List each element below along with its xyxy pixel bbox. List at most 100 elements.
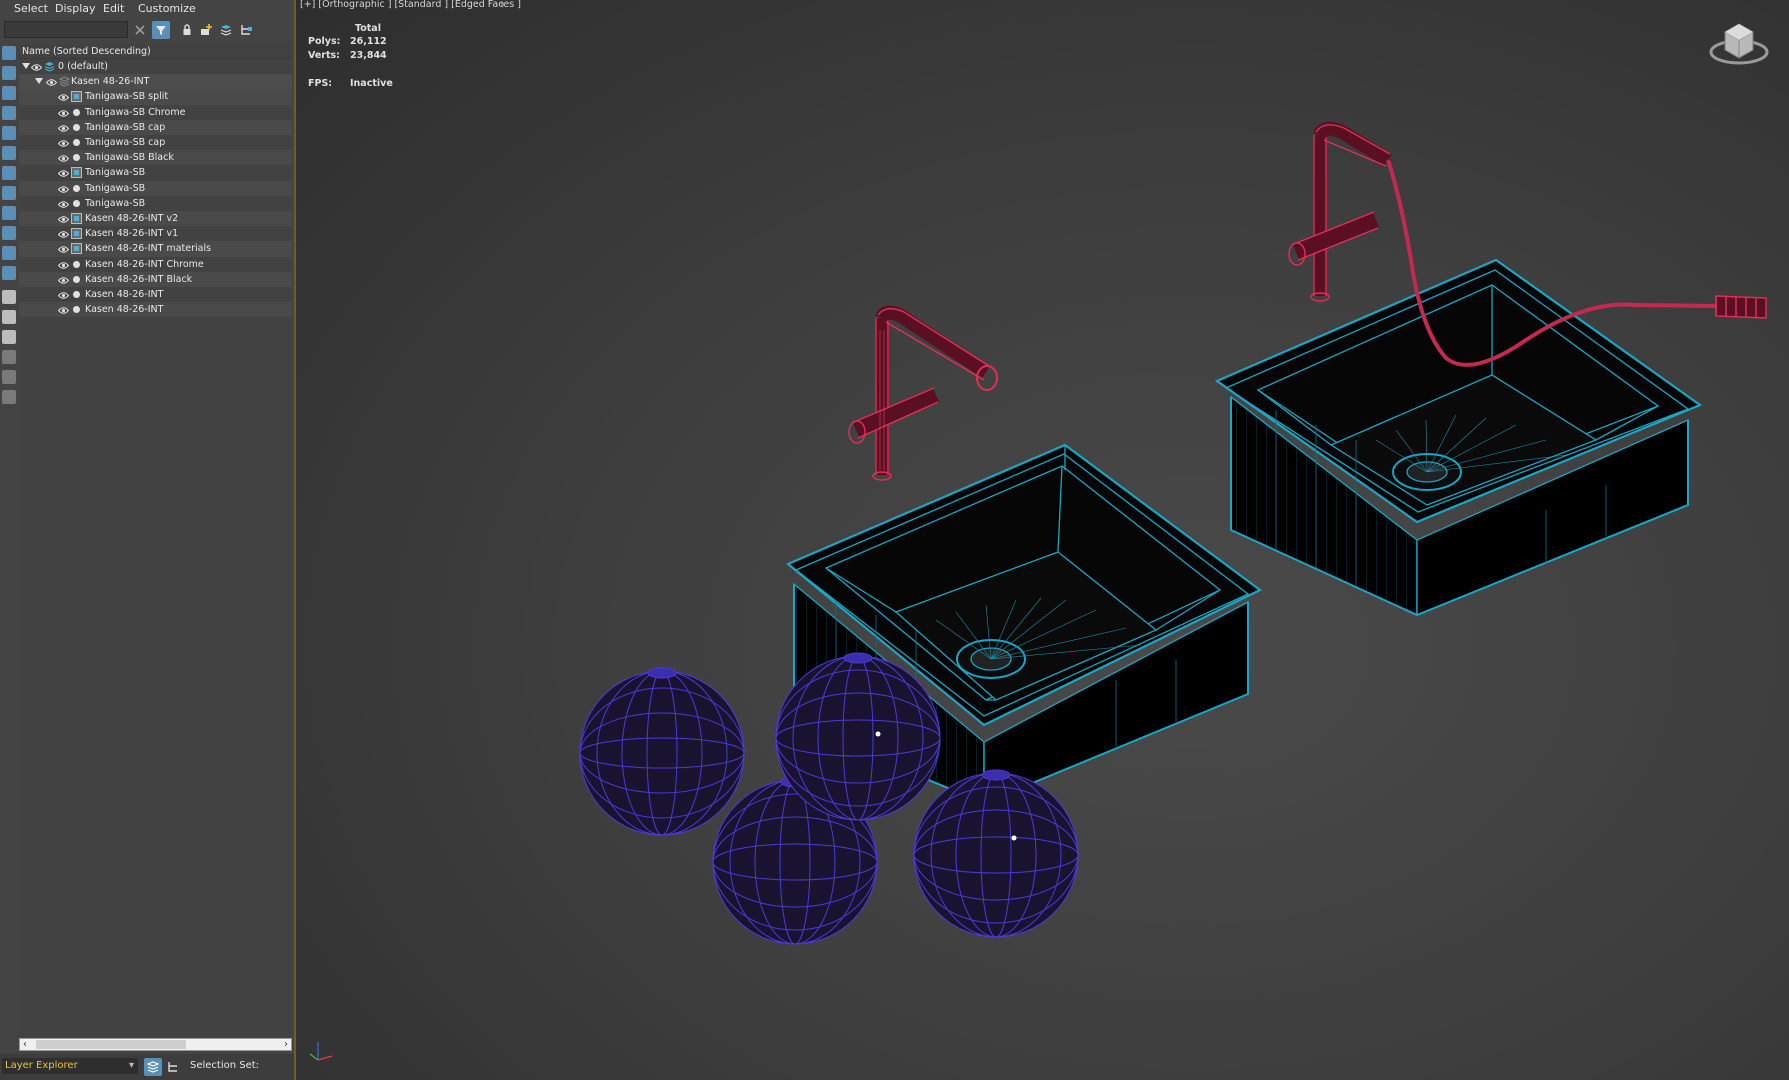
tree-row-label: Tanigawa-SB cap [85,137,166,148]
tree-row[interactable]: Tanigawa-SB Black [19,150,292,166]
viewcube-icon[interactable] [1709,23,1769,65]
hierarchy-button[interactable] [237,21,255,39]
eye-icon[interactable] [57,275,70,284]
tree-row-group[interactable]: Kasen 48-26-INT [19,74,292,90]
display-geometry-icon[interactable] [2,46,16,60]
filter-icon [156,26,166,35]
container-icon [71,228,82,240]
eye-icon[interactable] [57,138,70,147]
tree-row[interactable]: Tanigawa-SB cap [19,135,292,150]
display-none-icon[interactable] [2,310,16,324]
faucet-left[interactable] [848,305,998,481]
tree-row[interactable]: Tanigawa-SB split [19,89,292,105]
eye-icon[interactable] [57,305,70,314]
tree-row[interactable]: Kasen 48-26-INT materials [19,241,292,257]
filter-button[interactable] [152,21,170,39]
axis-tripod-icon [309,1042,333,1061]
container-icon [71,91,82,103]
horizontal-scrollbar[interactable]: ‹ › [19,1038,292,1051]
display-invert-icon[interactable] [2,330,16,344]
eye-icon[interactable] [57,123,70,132]
eye-icon[interactable] [57,92,70,102]
sink-right[interactable] [1214,258,1703,617]
sort-by-hierarchy-button[interactable] [164,1058,182,1076]
eye-icon[interactable] [57,260,70,269]
display-helpers-icon[interactable] [2,126,16,140]
tree-row[interactable]: Kasen 48-26-INT v1 [19,226,292,241]
display-frozen-icon[interactable] [2,246,16,260]
tree-row-label: Kasen 48-26-INT [85,304,164,316]
expand-arrow-icon[interactable] [22,63,30,69]
tree-row[interactable]: Tanigawa-SB [19,165,292,180]
object-icon [73,154,80,162]
scroll-left-icon[interactable]: ‹ [23,1039,27,1050]
selection-box-icon[interactable] [2,390,16,404]
display-containers-icon[interactable] [2,226,16,240]
tree-row[interactable]: Tanigawa-SB [19,180,292,196]
hierarchy-icon [168,1062,177,1072]
eye-icon[interactable] [30,62,43,71]
explorer-side-toolbar [0,44,18,414]
eye-icon[interactable] [57,153,70,162]
menu-display[interactable]: Display [55,2,96,15]
container-icon [71,213,82,224]
lock-button[interactable] [178,21,196,39]
tree-row[interactable]: Kasen 48-26-INT Black [19,271,292,287]
eye-icon[interactable] [57,244,70,254]
display-shapes-icon[interactable] [2,66,16,80]
object-icon [73,306,80,314]
tree-row-label: Kasen 48-26-INT v1 [85,228,179,240]
sphere-1[interactable] [579,667,745,836]
object-icon [73,275,80,283]
sphere-5[interactable] [913,769,1079,938]
menu-customize[interactable]: Customize [138,2,196,15]
layer-tree: Name (Sorted Descending) 0 (default) Kase… [19,44,292,1049]
display-xrefs-icon[interactable] [2,186,16,200]
eye-icon[interactable] [57,229,70,238]
menu-edit[interactable]: Edit [103,2,124,15]
eye-icon[interactable] [57,199,70,208]
display-hidden-icon[interactable] [2,266,16,280]
column-header-name[interactable]: Name (Sorted Descending) [19,44,292,59]
layers-icon [220,25,232,36]
filter-toggle-icon[interactable] [2,350,16,364]
explorer-type-dropdown[interactable]: Layer Explorer ▾ [2,1058,138,1074]
sort-by-layer-button[interactable] [144,1058,162,1076]
eye-icon[interactable] [57,184,70,193]
eye-icon[interactable] [45,77,58,86]
tree-row[interactable]: Tanigawa-SB cap [19,119,292,135]
add-layer-button[interactable] [197,21,215,39]
layers-button[interactable] [217,21,235,39]
tree-row-root[interactable]: 0 (default) [19,59,292,74]
expand-arrow-icon[interactable] [35,78,43,85]
search-input[interactable] [4,21,128,38]
scroll-right-icon[interactable]: › [284,1039,288,1050]
display-spacewarps-icon[interactable] [2,146,16,160]
display-cameras-icon[interactable] [2,106,16,120]
display-all-icon[interactable] [2,290,16,304]
filter-funnel-icon[interactable] [2,370,16,384]
display-bones-icon[interactable] [2,206,16,220]
container-icon [71,167,82,179]
menu-select[interactable]: Select [14,2,48,15]
eye-icon[interactable] [57,168,70,178]
eye-icon[interactable] [57,214,70,223]
tree-row-label: Tanigawa-SB [85,197,146,209]
add-layer-icon [201,24,212,35]
tree-row[interactable]: Tanigawa-SB [19,196,292,211]
eye-icon[interactable] [57,108,70,117]
display-lights-icon[interactable] [2,86,16,100]
scrollbar-thumb[interactable] [36,1040,186,1049]
tree-row[interactable]: Kasen 48-26-INT v2 [19,211,292,227]
tree-row[interactable]: Tanigawa-SB Chrome [19,105,292,120]
tree-row[interactable]: Kasen 48-26-INT [19,302,292,318]
menubar: Select Display Edit Customize [0,0,294,18]
clear-search-button[interactable] [131,21,149,39]
perspective-viewport[interactable]: [+] [Orthographic ] [Standard ] [Edged F… [296,0,1789,1080]
display-groups-icon[interactable] [2,166,16,180]
object-icon [73,123,80,131]
eye-icon[interactable] [57,290,70,299]
tree-row-label: Tanigawa-SB Chrome [85,106,186,118]
tree-row[interactable]: Kasen 48-26-INT Chrome [19,257,292,272]
tree-row[interactable]: Kasen 48-26-INT [19,287,292,302]
